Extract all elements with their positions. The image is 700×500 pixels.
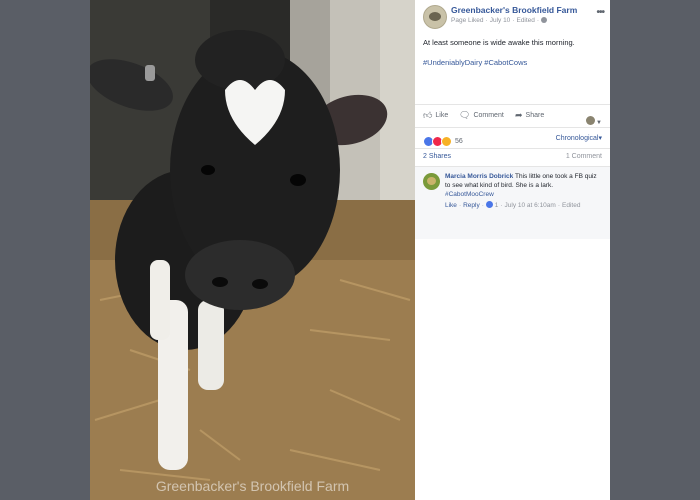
post-header: Greenbacker's Brookfield Farm Page Liked… bbox=[415, 0, 610, 42]
page-liked-label: Page Liked bbox=[451, 17, 484, 24]
like-badge-icon bbox=[485, 201, 493, 208]
thumbs-up-icon: 👍︎ bbox=[423, 110, 433, 120]
reactions-summary[interactable]: 56 bbox=[423, 133, 463, 151]
counts-row: 2 Shares 1 Comment bbox=[415, 150, 610, 166]
share-button[interactable]: ➦ Share bbox=[515, 110, 544, 121]
sort-label: Chronological bbox=[555, 135, 599, 142]
comment-label: Comment bbox=[473, 112, 504, 119]
comment-author[interactable]: Marcia Morris Dobrick bbox=[445, 173, 513, 180]
photo-watermark: Greenbacker's Brookfield Farm bbox=[155, 478, 350, 494]
comments-count[interactable]: 1 Comment bbox=[566, 153, 602, 160]
caret-down-icon: ▾ bbox=[598, 135, 602, 142]
comment-edited-label[interactable]: Edited bbox=[562, 202, 580, 209]
comment-body: Marcia Morris Dobrick This little one to… bbox=[445, 172, 603, 199]
haha-reaction-icon bbox=[441, 136, 452, 148]
post-side-panel: Greenbacker's Brookfield Farm Page Liked… bbox=[415, 0, 610, 500]
comment-like-button[interactable]: Like bbox=[445, 202, 457, 209]
post-actions-bar: 👍︎ Like 🗨︎ Comment ➦ Share ▼ bbox=[415, 104, 610, 127]
hashtag-link[interactable]: #CabotCows bbox=[484, 58, 527, 67]
post-date[interactable]: July 10 bbox=[490, 17, 511, 24]
post-text: At least someone is wide awake this morn… bbox=[423, 38, 575, 47]
share-icon: ➦ bbox=[515, 110, 523, 120]
comment-sort-dropdown[interactable]: Chronological▾ bbox=[556, 134, 602, 142]
comment-meta: Like · Reply · 1 · July 10 at 6:10am · Edited bbox=[445, 201, 581, 209]
comment-reply-button[interactable]: Reply bbox=[463, 202, 480, 209]
shares-count[interactable]: 2 Shares bbox=[423, 153, 451, 160]
like-button[interactable]: 👍︎ Like bbox=[423, 110, 448, 121]
more-options-icon[interactable]: ••• bbox=[596, 7, 604, 18]
comment-button[interactable]: 🗨︎ Comment bbox=[459, 110, 504, 121]
comments-section: Marcia Morris Dobrick This little one to… bbox=[415, 166, 610, 239]
calf-photo-image bbox=[90, 0, 415, 500]
comment-timestamp[interactable]: July 10 at 6:10am bbox=[505, 202, 556, 209]
post-photo[interactable]: Greenbacker's Brookfield Farm bbox=[90, 0, 415, 500]
globe-icon bbox=[541, 17, 548, 23]
commenter-avatar[interactable] bbox=[423, 173, 440, 190]
comment-hashtag[interactable]: #CabotMooCrew bbox=[445, 191, 494, 198]
reaction-count: 56 bbox=[455, 138, 463, 146]
hashtag-link[interactable]: #UndeniablyDairy bbox=[423, 58, 482, 67]
post-hashtags: #UndeniablyDairy #CabotCows bbox=[423, 58, 527, 67]
page-name-link[interactable]: Greenbacker's Brookfield Farm bbox=[451, 5, 577, 15]
comment-like-count[interactable]: 1 bbox=[495, 202, 499, 209]
like-label: Like bbox=[435, 112, 449, 119]
edited-label[interactable]: Edited bbox=[516, 17, 534, 24]
chevron-down-icon: ▼ bbox=[596, 120, 602, 126]
post-meta: Page Liked · July 10 · Edited · bbox=[451, 17, 548, 24]
reactions-row: 56 Chronological▾ bbox=[415, 127, 610, 149]
comment-icon: 🗨︎ bbox=[459, 110, 471, 120]
profile-avatar bbox=[586, 116, 596, 125]
share-label: Share bbox=[525, 112, 545, 119]
page-avatar[interactable] bbox=[423, 5, 447, 29]
